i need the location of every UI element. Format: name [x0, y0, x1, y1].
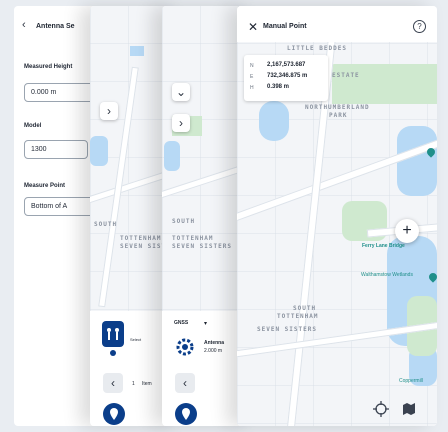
- gnss-dropdown-icon[interactable]: ▾: [204, 320, 207, 327]
- poi-label: Walthamstow Wetlands: [361, 272, 413, 278]
- expand-chevron-icon[interactable]: ›: [172, 114, 190, 132]
- location-pin-icon[interactable]: [103, 403, 125, 425]
- status-dot: [110, 350, 116, 356]
- location-pin-icon[interactable]: [175, 403, 197, 425]
- map-label: TOTTENHAM: [277, 313, 319, 320]
- map-label: SOUTH: [172, 218, 196, 225]
- collapse-chevron-icon[interactable]: ⌄: [172, 83, 190, 101]
- water-area: [164, 141, 180, 171]
- coord-value: 2,167,573.687: [267, 62, 306, 68]
- map-label: SOUTH: [94, 221, 118, 228]
- coordinates-box: N 2,167,573.687 E 732,346.875 m H 0.398 …: [244, 55, 328, 101]
- water-area: [397, 126, 437, 196]
- map-label: LITTLE BEDDES: [287, 45, 347, 52]
- page-counter-suffix: Item: [142, 381, 152, 387]
- map-label: SEVEN SISTERS: [172, 243, 232, 250]
- back-icon[interactable]: ‹: [22, 19, 26, 31]
- add-point-button[interactable]: +: [395, 219, 419, 243]
- page-counter: 1: [132, 381, 135, 387]
- gnss-label: GNSS: [174, 320, 189, 326]
- help-icon[interactable]: ?: [413, 20, 426, 33]
- park-area: [332, 64, 437, 104]
- coord-value: 0.398 m: [267, 84, 290, 90]
- map-label: PARK: [329, 112, 348, 119]
- water-area: [90, 136, 108, 166]
- map-label: TOTTENHAM: [120, 235, 162, 242]
- map-label: SOUTH: [293, 305, 317, 312]
- prev-chevron-icon[interactable]: ‹: [175, 373, 195, 393]
- prev-chevron-icon[interactable]: ‹: [103, 373, 123, 393]
- panel-title: Antenna Se: [36, 23, 75, 30]
- map-label: SEVEN SISTERS: [257, 326, 317, 333]
- receiver-icon[interactable]: [102, 321, 124, 347]
- model-label: Model: [24, 123, 42, 129]
- map-layers-icon[interactable]: [402, 402, 416, 416]
- water-area: [130, 46, 144, 56]
- antenna-label: Antenna: [204, 340, 224, 346]
- poi-label: Ferry Lane Bridge: [362, 243, 405, 249]
- coord-value: 732,346.875 m: [267, 73, 308, 79]
- map-label: NORTHUMBERLAND: [305, 104, 370, 111]
- measured-height-label: Measured Height: [24, 64, 73, 70]
- close-icon[interactable]: ✕: [248, 20, 258, 34]
- model-field[interactable]: 1300: [24, 140, 88, 159]
- gear-antenna-icon[interactable]: [176, 338, 194, 356]
- locate-crosshair-icon[interactable]: [373, 401, 389, 417]
- device-select-label: Select: [130, 337, 142, 342]
- coord-axis: N: [250, 63, 254, 69]
- poi-label: Coppermill: [399, 378, 423, 384]
- coord-axis: H: [250, 85, 254, 91]
- water-area: [259, 101, 289, 141]
- expand-chevron-icon[interactable]: ›: [100, 102, 118, 120]
- map-label: ESTATE: [332, 72, 360, 79]
- measure-point-label: Measure Point: [24, 183, 66, 189]
- coord-axis: E: [250, 74, 254, 80]
- measured-height-field[interactable]: 0.000 m: [24, 83, 98, 102]
- manual-point-panel: LITTLE BEDDES ESTATE NORTHUMBERLAND PARK…: [237, 6, 437, 426]
- page-title: Manual Point: [263, 23, 307, 30]
- map-label: TOTTENHAM: [172, 235, 214, 242]
- antenna-value: 2.000 m: [204, 348, 223, 354]
